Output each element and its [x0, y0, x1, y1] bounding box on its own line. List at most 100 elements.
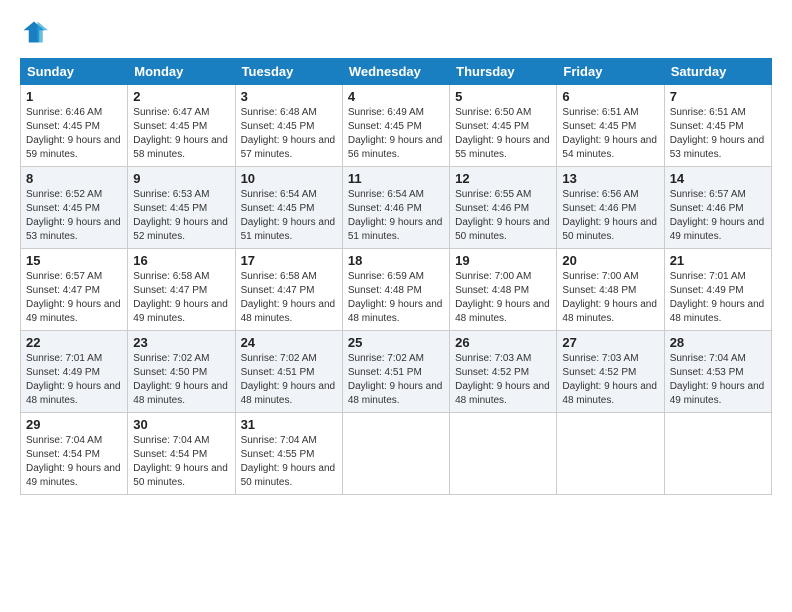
calendar: SundayMondayTuesdayWednesdayThursdayFrid…: [20, 58, 772, 495]
day-info: Sunrise: 6:51 AMSunset: 4:45 PMDaylight:…: [670, 107, 765, 160]
day-info: Sunrise: 6:57 AMSunset: 4:46 PMDaylight:…: [670, 189, 765, 242]
day-number: 28: [670, 335, 766, 350]
calendar-cell: 10 Sunrise: 6:54 AMSunset: 4:45 PMDaylig…: [235, 167, 342, 249]
day-info: Sunrise: 6:47 AMSunset: 4:45 PMDaylight:…: [133, 107, 228, 160]
calendar-cell: [664, 413, 771, 495]
weekday-header: Wednesday: [342, 59, 449, 85]
calendar-body: 1 Sunrise: 6:46 AMSunset: 4:45 PMDayligh…: [21, 85, 772, 495]
day-number: 3: [241, 89, 337, 104]
day-number: 12: [455, 171, 551, 186]
calendar-week-row: 15 Sunrise: 6:57 AMSunset: 4:47 PMDaylig…: [21, 249, 772, 331]
day-info: Sunrise: 6:57 AMSunset: 4:47 PMDaylight:…: [26, 271, 121, 324]
day-number: 5: [455, 89, 551, 104]
calendar-week-row: 22 Sunrise: 7:01 AMSunset: 4:49 PMDaylig…: [21, 331, 772, 413]
calendar-cell: 13 Sunrise: 6:56 AMSunset: 4:46 PMDaylig…: [557, 167, 664, 249]
day-number: 23: [133, 335, 229, 350]
calendar-week-row: 29 Sunrise: 7:04 AMSunset: 4:54 PMDaylig…: [21, 413, 772, 495]
weekday-header: Saturday: [664, 59, 771, 85]
day-info: Sunrise: 7:00 AMSunset: 4:48 PMDaylight:…: [562, 271, 657, 324]
day-number: 1: [26, 89, 122, 104]
day-info: Sunrise: 7:04 AMSunset: 4:53 PMDaylight:…: [670, 353, 765, 406]
calendar-cell: 17 Sunrise: 6:58 AMSunset: 4:47 PMDaylig…: [235, 249, 342, 331]
day-info: Sunrise: 7:03 AMSunset: 4:52 PMDaylight:…: [455, 353, 550, 406]
day-number: 25: [348, 335, 444, 350]
day-info: Sunrise: 7:04 AMSunset: 4:55 PMDaylight:…: [241, 435, 336, 488]
day-number: 2: [133, 89, 229, 104]
day-info: Sunrise: 7:04 AMSunset: 4:54 PMDaylight:…: [26, 435, 121, 488]
calendar-cell: 29 Sunrise: 7:04 AMSunset: 4:54 PMDaylig…: [21, 413, 128, 495]
calendar-cell: 4 Sunrise: 6:49 AMSunset: 4:45 PMDayligh…: [342, 85, 449, 167]
day-number: 22: [26, 335, 122, 350]
calendar-cell: 19 Sunrise: 7:00 AMSunset: 4:48 PMDaylig…: [450, 249, 557, 331]
calendar-week-row: 1 Sunrise: 6:46 AMSunset: 4:45 PMDayligh…: [21, 85, 772, 167]
weekday-header: Monday: [128, 59, 235, 85]
calendar-cell: 5 Sunrise: 6:50 AMSunset: 4:45 PMDayligh…: [450, 85, 557, 167]
day-info: Sunrise: 7:03 AMSunset: 4:52 PMDaylight:…: [562, 353, 657, 406]
calendar-cell: 14 Sunrise: 6:57 AMSunset: 4:46 PMDaylig…: [664, 167, 771, 249]
calendar-week-row: 8 Sunrise: 6:52 AMSunset: 4:45 PMDayligh…: [21, 167, 772, 249]
day-number: 18: [348, 253, 444, 268]
calendar-cell: 9 Sunrise: 6:53 AMSunset: 4:45 PMDayligh…: [128, 167, 235, 249]
day-info: Sunrise: 6:50 AMSunset: 4:45 PMDaylight:…: [455, 107, 550, 160]
calendar-cell: 25 Sunrise: 7:02 AMSunset: 4:51 PMDaylig…: [342, 331, 449, 413]
calendar-cell: 21 Sunrise: 7:01 AMSunset: 4:49 PMDaylig…: [664, 249, 771, 331]
day-number: 14: [670, 171, 766, 186]
day-info: Sunrise: 7:02 AMSunset: 4:51 PMDaylight:…: [241, 353, 336, 406]
day-info: Sunrise: 6:51 AMSunset: 4:45 PMDaylight:…: [562, 107, 657, 160]
page-container: SundayMondayTuesdayWednesdayThursdayFrid…: [0, 0, 792, 507]
day-info: Sunrise: 6:58 AMSunset: 4:47 PMDaylight:…: [241, 271, 336, 324]
day-number: 7: [670, 89, 766, 104]
calendar-cell: 31 Sunrise: 7:04 AMSunset: 4:55 PMDaylig…: [235, 413, 342, 495]
day-info: Sunrise: 7:01 AMSunset: 4:49 PMDaylight:…: [670, 271, 765, 324]
calendar-cell: 2 Sunrise: 6:47 AMSunset: 4:45 PMDayligh…: [128, 85, 235, 167]
day-number: 4: [348, 89, 444, 104]
day-number: 29: [26, 417, 122, 432]
header: [20, 18, 772, 46]
day-info: Sunrise: 7:02 AMSunset: 4:50 PMDaylight:…: [133, 353, 228, 406]
day-info: Sunrise: 6:49 AMSunset: 4:45 PMDaylight:…: [348, 107, 443, 160]
day-number: 17: [241, 253, 337, 268]
calendar-cell: [450, 413, 557, 495]
calendar-cell: 27 Sunrise: 7:03 AMSunset: 4:52 PMDaylig…: [557, 331, 664, 413]
calendar-cell: 12 Sunrise: 6:55 AMSunset: 4:46 PMDaylig…: [450, 167, 557, 249]
calendar-cell: 11 Sunrise: 6:54 AMSunset: 4:46 PMDaylig…: [342, 167, 449, 249]
calendar-cell: [557, 413, 664, 495]
calendar-cell: 6 Sunrise: 6:51 AMSunset: 4:45 PMDayligh…: [557, 85, 664, 167]
calendar-cell: 22 Sunrise: 7:01 AMSunset: 4:49 PMDaylig…: [21, 331, 128, 413]
calendar-cell: 16 Sunrise: 6:58 AMSunset: 4:47 PMDaylig…: [128, 249, 235, 331]
day-number: 19: [455, 253, 551, 268]
day-info: Sunrise: 6:54 AMSunset: 4:45 PMDaylight:…: [241, 189, 336, 242]
day-number: 26: [455, 335, 551, 350]
day-info: Sunrise: 6:46 AMSunset: 4:45 PMDaylight:…: [26, 107, 121, 160]
day-number: 21: [670, 253, 766, 268]
weekday-header: Tuesday: [235, 59, 342, 85]
day-info: Sunrise: 6:58 AMSunset: 4:47 PMDaylight:…: [133, 271, 228, 324]
calendar-cell: 30 Sunrise: 7:04 AMSunset: 4:54 PMDaylig…: [128, 413, 235, 495]
calendar-cell: [342, 413, 449, 495]
day-number: 13: [562, 171, 658, 186]
weekday-header: Friday: [557, 59, 664, 85]
calendar-cell: 7 Sunrise: 6:51 AMSunset: 4:45 PMDayligh…: [664, 85, 771, 167]
day-number: 16: [133, 253, 229, 268]
day-number: 9: [133, 171, 229, 186]
day-info: Sunrise: 7:00 AMSunset: 4:48 PMDaylight:…: [455, 271, 550, 324]
day-info: Sunrise: 6:55 AMSunset: 4:46 PMDaylight:…: [455, 189, 550, 242]
day-info: Sunrise: 7:04 AMSunset: 4:54 PMDaylight:…: [133, 435, 228, 488]
calendar-cell: 26 Sunrise: 7:03 AMSunset: 4:52 PMDaylig…: [450, 331, 557, 413]
day-info: Sunrise: 7:02 AMSunset: 4:51 PMDaylight:…: [348, 353, 443, 406]
calendar-cell: 8 Sunrise: 6:52 AMSunset: 4:45 PMDayligh…: [21, 167, 128, 249]
calendar-cell: 28 Sunrise: 7:04 AMSunset: 4:53 PMDaylig…: [664, 331, 771, 413]
calendar-cell: 23 Sunrise: 7:02 AMSunset: 4:50 PMDaylig…: [128, 331, 235, 413]
day-number: 6: [562, 89, 658, 104]
day-info: Sunrise: 6:56 AMSunset: 4:46 PMDaylight:…: [562, 189, 657, 242]
day-number: 8: [26, 171, 122, 186]
day-info: Sunrise: 6:54 AMSunset: 4:46 PMDaylight:…: [348, 189, 443, 242]
calendar-cell: 20 Sunrise: 7:00 AMSunset: 4:48 PMDaylig…: [557, 249, 664, 331]
day-info: Sunrise: 6:48 AMSunset: 4:45 PMDaylight:…: [241, 107, 336, 160]
logo: [20, 18, 52, 46]
weekday-header: Sunday: [21, 59, 128, 85]
day-number: 30: [133, 417, 229, 432]
day-number: 11: [348, 171, 444, 186]
calendar-cell: 15 Sunrise: 6:57 AMSunset: 4:47 PMDaylig…: [21, 249, 128, 331]
day-number: 10: [241, 171, 337, 186]
